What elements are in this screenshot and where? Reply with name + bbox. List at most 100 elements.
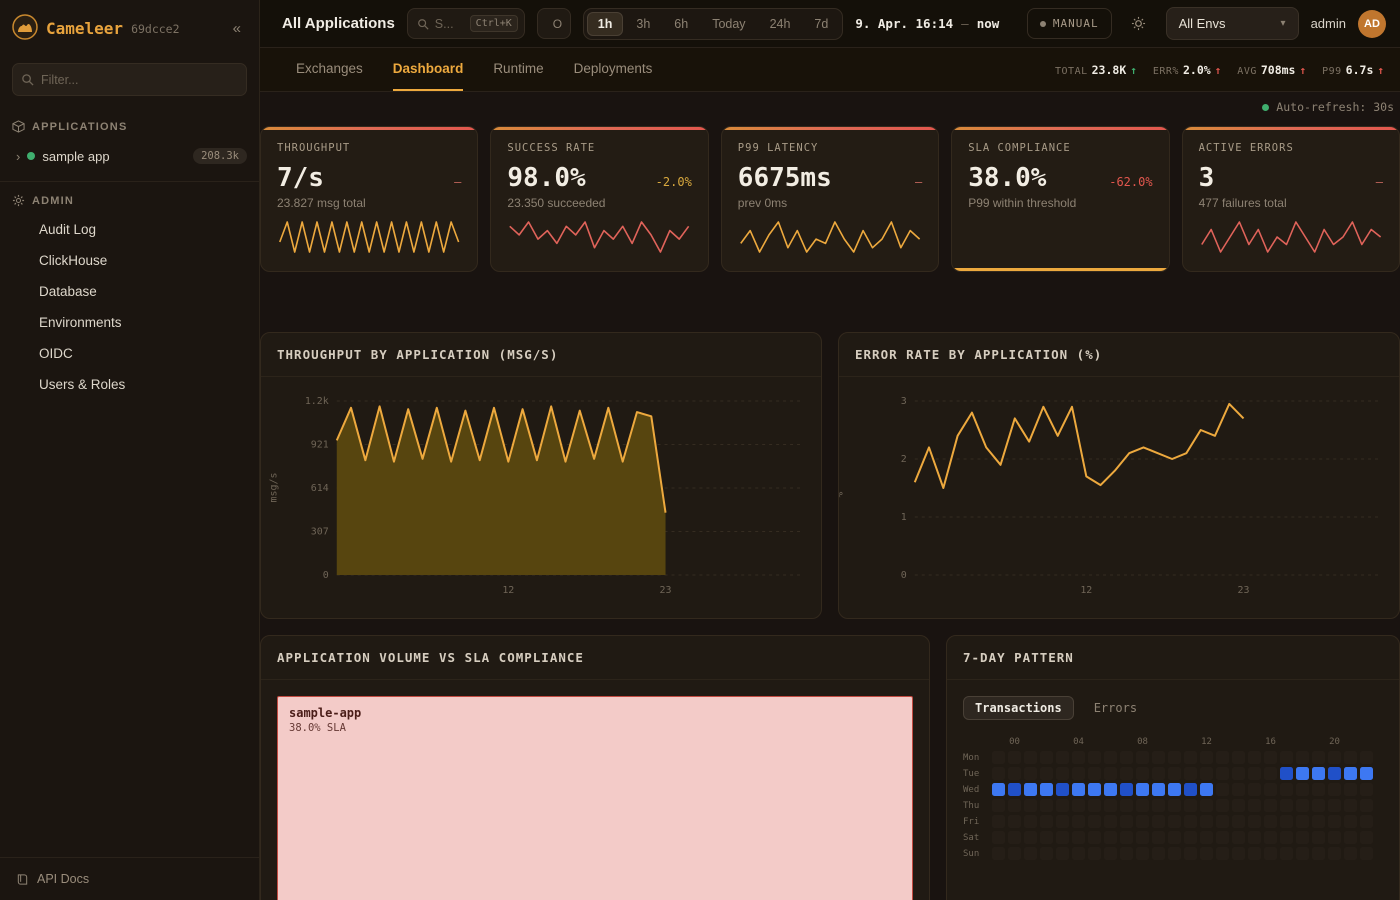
- heatmap-cell: [1280, 799, 1293, 812]
- global-search-input[interactable]: S... Ctrl+K: [407, 8, 525, 39]
- time-range-6h[interactable]: 6h: [663, 12, 699, 36]
- api-docs-link[interactable]: API Docs: [0, 857, 259, 900]
- heatmap-cell: [1168, 783, 1181, 796]
- sidebar-item-audit-log[interactable]: Audit Log: [0, 215, 259, 244]
- heatmap-cell: [1280, 847, 1293, 860]
- heatmap-cell: [1040, 847, 1053, 860]
- kpi-accent-bar: [261, 127, 477, 130]
- app-logo[interactable]: Cameleer 69dcce2: [12, 14, 180, 43]
- heatmap-hour-label: [992, 736, 1005, 748]
- heatmap-cell: [1120, 799, 1133, 812]
- online-status-chip[interactable]: O: [537, 8, 571, 39]
- tab-errors[interactable]: Errors: [1082, 696, 1149, 720]
- heatmap-cell: [1216, 751, 1229, 764]
- app-item-label: sample app: [42, 149, 109, 164]
- heatmap-cell: [992, 767, 1005, 780]
- tab-deployments[interactable]: Deployments: [574, 48, 653, 91]
- heatmap-hour-label: [1152, 736, 1165, 748]
- heatmap-cell: [1264, 831, 1277, 844]
- heatmap-cell: [1008, 767, 1021, 780]
- heatmap-cell: [1168, 847, 1181, 860]
- kpi-subtext: prev 0ms: [738, 196, 922, 210]
- sidebar-item-environments[interactable]: Environments: [0, 308, 259, 337]
- heatmap-cell: [1264, 815, 1277, 828]
- heatmap-cell: [1264, 799, 1277, 812]
- heatmap-cell: [1248, 847, 1261, 860]
- tab-runtime[interactable]: Runtime: [493, 48, 543, 91]
- heatmap-cell: [1136, 847, 1149, 860]
- heatmap-cell: [992, 815, 1005, 828]
- heatmap-cell: [1008, 815, 1021, 828]
- throughput-chart: 03076149211.2k1223: [273, 387, 809, 601]
- error-rate-chart-card: ERROR RATE BY APPLICATION (%) % 01231223: [838, 332, 1400, 619]
- tab-transactions[interactable]: Transactions: [963, 696, 1074, 720]
- page-title: All Applications: [282, 15, 395, 32]
- tab-dashboard[interactable]: Dashboard: [393, 48, 464, 91]
- dashboard-content[interactable]: Auto-refresh: 30s THROUGHPUT 7/s – 23.82…: [260, 92, 1400, 900]
- kpi-sparkline: [507, 219, 691, 255]
- date-separator: —: [961, 16, 969, 31]
- svg-text:0: 0: [901, 570, 907, 581]
- sidebar-item-sample-app[interactable]: › sample app 208.3k: [0, 141, 259, 171]
- chevron-down-icon: ▾: [1281, 18, 1286, 29]
- heatmap-cell: [1088, 847, 1101, 860]
- up-arrow-icon: ↑: [1299, 64, 1306, 77]
- heatmap-cell: [1056, 767, 1069, 780]
- kpi-card-active-errors: ACTIVE ERRORS 3 – 477 failures total: [1182, 126, 1400, 272]
- heatmap-cell: [1360, 815, 1373, 828]
- date-range-display[interactable]: 9. Apr. 16:14 — now: [855, 16, 999, 31]
- theme-toggle-button[interactable]: [1124, 9, 1154, 39]
- gear-icon: [12, 194, 25, 207]
- svg-text:23: 23: [660, 585, 672, 596]
- heatmap-cell: [1216, 783, 1229, 796]
- treemap-sample-app[interactable]: sample-app 38.0% SLA: [277, 696, 913, 900]
- heatmap-cell: [1200, 783, 1213, 796]
- manual-dot-icon: [1040, 21, 1046, 27]
- heatmap-cell: [1120, 815, 1133, 828]
- time-range-7d[interactable]: 7d: [803, 12, 839, 36]
- sidebar-filter-input[interactable]: [12, 63, 247, 96]
- app-root: Cameleer 69dcce2 « APPLICATIONS › sample…: [0, 0, 1400, 900]
- svg-text:3: 3: [901, 396, 907, 407]
- online-status-label: O: [553, 17, 562, 31]
- heatmap-hour-label: [1056, 736, 1069, 748]
- up-arrow-icon: ↑: [1215, 64, 1222, 77]
- time-range-24h[interactable]: 24h: [759, 12, 802, 36]
- heatmap-cell: [1312, 815, 1325, 828]
- heatmap-cell: [1328, 767, 1341, 780]
- heatmap-cell: [1328, 799, 1341, 812]
- sidebar-item-clickhouse[interactable]: ClickHouse: [0, 246, 259, 275]
- app-count-badge: 208.3k: [193, 148, 247, 164]
- bottom-row: APPLICATION VOLUME VS SLA COMPLIANCE sam…: [260, 635, 1400, 900]
- tab-bar: Exchanges Dashboard Runtime Deployments …: [260, 48, 1400, 92]
- time-range-today[interactable]: Today: [701, 12, 756, 36]
- sidebar-item-database[interactable]: Database: [0, 277, 259, 306]
- kpi-card-throughput: THROUGHPUT 7/s – 23.827 msg total: [260, 126, 478, 272]
- sidebar-item-users-roles[interactable]: Users & Roles: [0, 370, 259, 399]
- heatmap-cell: [1312, 783, 1325, 796]
- heatmap-cell: [1280, 751, 1293, 764]
- heatmap-cell: [1232, 799, 1245, 812]
- heatmap-hour-label: [1344, 736, 1357, 748]
- tab-exchanges[interactable]: Exchanges: [296, 48, 363, 91]
- heatmap-cell: [1072, 847, 1085, 860]
- heatmap-cell: [1136, 783, 1149, 796]
- heatmap-cell: [1072, 783, 1085, 796]
- heatmap-cell: [1088, 751, 1101, 764]
- sidebar-collapse-button[interactable]: «: [227, 18, 247, 39]
- heatmap-hour-label: [1104, 736, 1117, 748]
- environment-select[interactable]: All Envs ▾: [1166, 7, 1299, 40]
- heatmap-cell: [1296, 815, 1309, 828]
- heatmap-tabs: Transactions Errors: [963, 696, 1383, 720]
- sidebar-item-oidc[interactable]: OIDC: [0, 339, 259, 368]
- time-range-3h[interactable]: 3h: [625, 12, 661, 36]
- time-range-1h[interactable]: 1h: [587, 12, 624, 36]
- time-range-selector: 1h 3h 6h Today 24h 7d: [583, 8, 844, 40]
- heatmap-cell: [1056, 831, 1069, 844]
- manual-refresh-button[interactable]: MANUAL: [1027, 8, 1112, 39]
- applications-section-label: APPLICATIONS: [32, 121, 127, 133]
- user-avatar[interactable]: AD: [1358, 10, 1386, 38]
- search-placeholder: S...: [435, 17, 464, 31]
- kpi-value: 98.0%: [507, 163, 585, 193]
- heatmap-cell: [1344, 799, 1357, 812]
